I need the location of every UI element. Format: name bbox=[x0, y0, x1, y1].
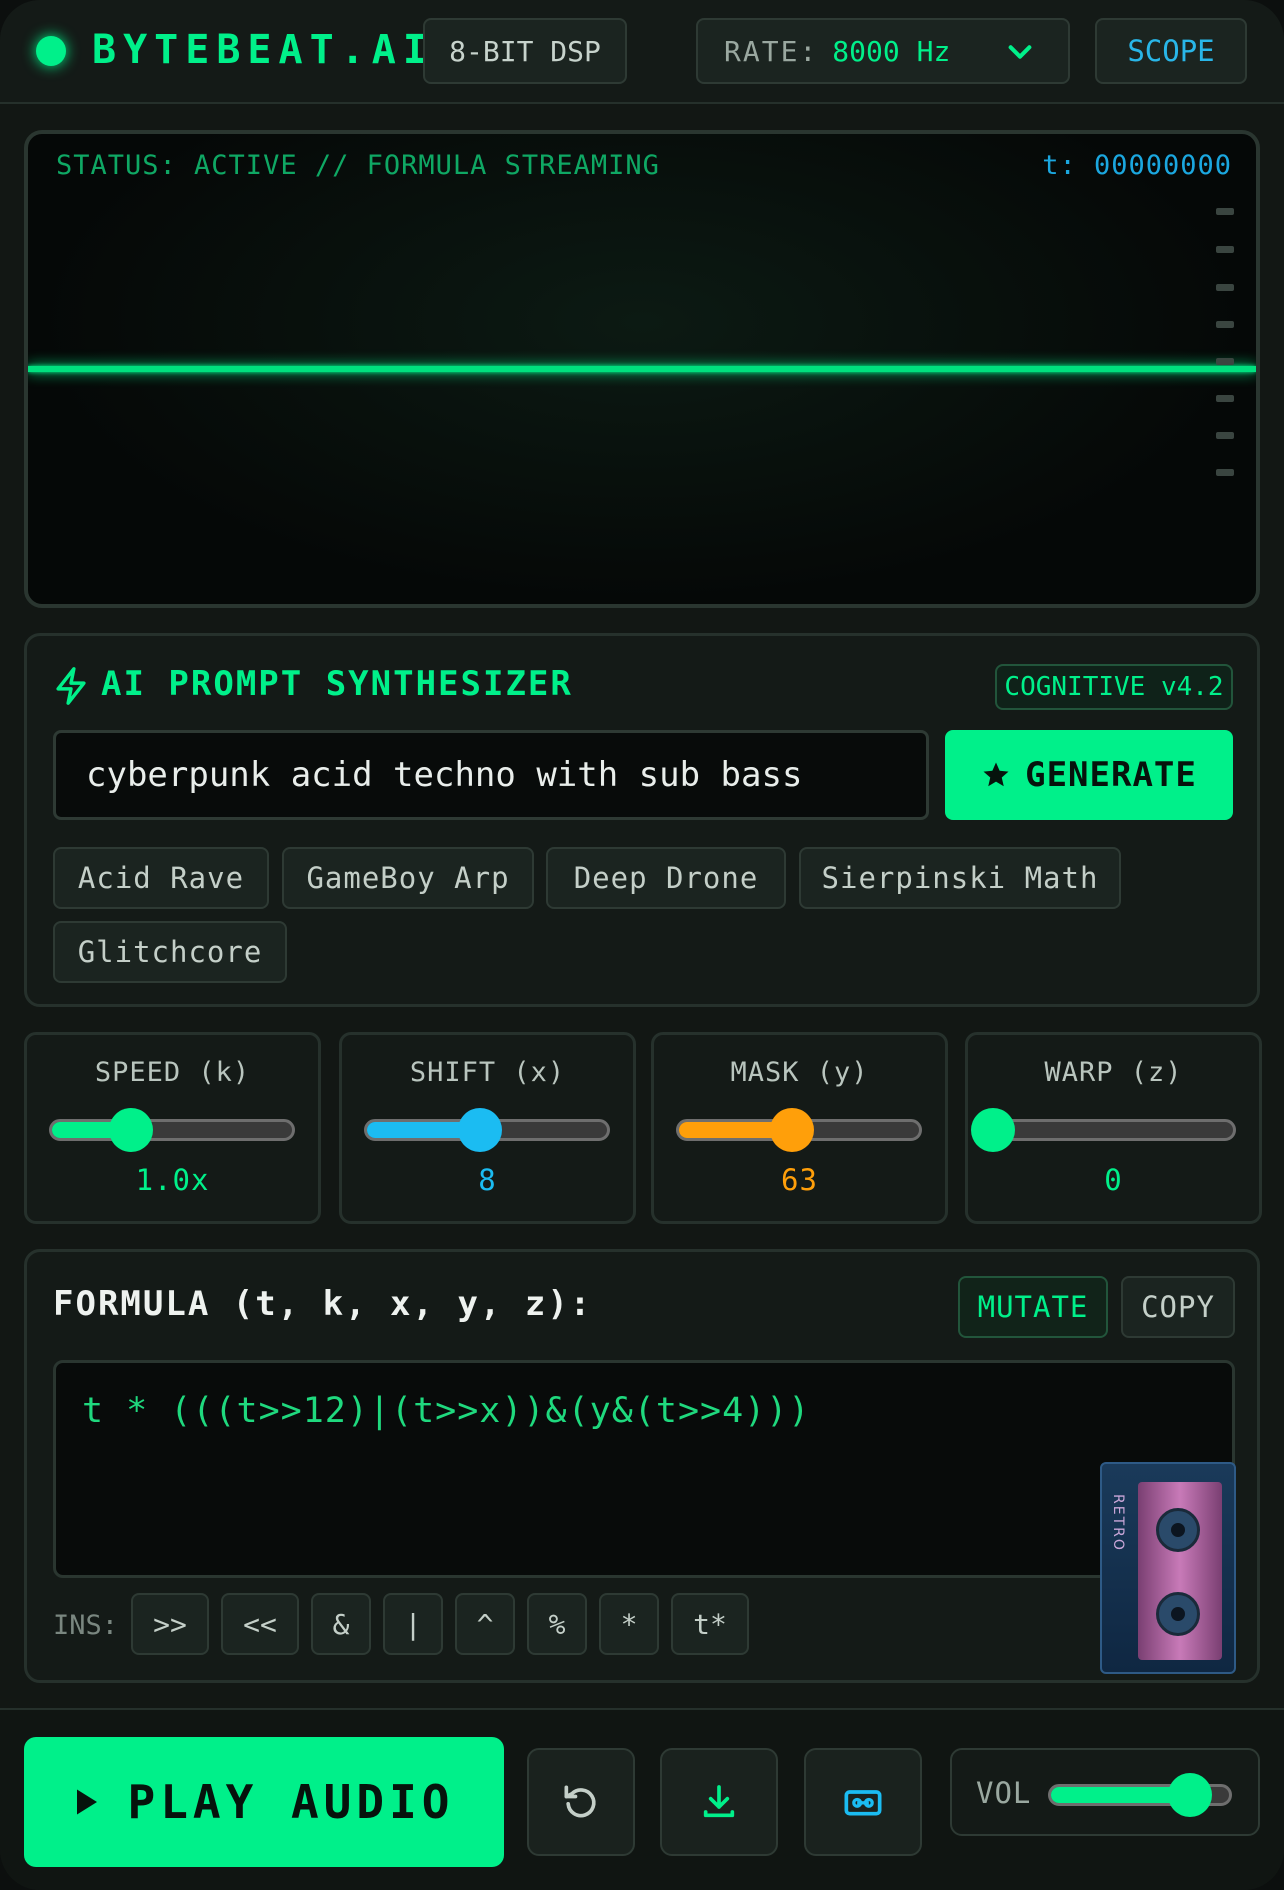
rate-value: 8000 Hz bbox=[832, 34, 951, 68]
scale-tick bbox=[1216, 284, 1234, 291]
warp-value: 0 bbox=[1104, 1163, 1123, 1197]
status-readout: STATUS: ACTIVE // FORMULA STREAMING bbox=[56, 150, 660, 181]
slider-thumb[interactable] bbox=[457, 1108, 502, 1152]
mask-slider[interactable] bbox=[676, 1108, 922, 1152]
play-icon bbox=[76, 1789, 97, 1815]
preset-chip[interactable]: Glitchcore bbox=[53, 921, 287, 983]
volume-label: VOL bbox=[976, 1776, 1032, 1810]
transport-bar: PLAY AUDIO VOL bbox=[0, 1708, 1284, 1890]
volume-thumb[interactable] bbox=[1167, 1773, 1212, 1817]
cassette-tape-image: RETRO bbox=[1100, 1462, 1236, 1674]
scale-tick bbox=[1216, 358, 1234, 365]
version-badge: COGNITIVE v4.2 bbox=[995, 664, 1233, 710]
slider-thumb[interactable] bbox=[769, 1108, 814, 1152]
scale-tick bbox=[1216, 395, 1234, 402]
mask-value: 63 bbox=[781, 1163, 818, 1197]
insert-token-button[interactable]: t* bbox=[671, 1593, 749, 1655]
speed-control: SPEED (k) 1.0x bbox=[24, 1032, 321, 1224]
cassette-reel-icon bbox=[1156, 1508, 1200, 1552]
preset-chip[interactable]: GameBoy Arp bbox=[282, 847, 534, 909]
scale-tick bbox=[1216, 469, 1234, 476]
preset-chip[interactable]: Acid Rave bbox=[53, 847, 269, 909]
download-icon bbox=[703, 1785, 735, 1818]
cassette-reel-icon bbox=[1156, 1592, 1200, 1636]
warp-control: WARP (z) 0 bbox=[965, 1032, 1262, 1224]
formula-editor[interactable]: t * (((t>>12)|(t>>x))&(y&(t>>4))) bbox=[53, 1360, 1235, 1578]
warp-label: WARP (z) bbox=[1044, 1057, 1183, 1088]
slider-thumb[interactable] bbox=[971, 1108, 1015, 1152]
ai-synth-panel: AI PROMPT SYNTHESIZER COGNITIVE v4.2 GEN… bbox=[24, 633, 1260, 1007]
download-button[interactable] bbox=[660, 1748, 778, 1856]
cassette-hub bbox=[1171, 1523, 1185, 1537]
scale-tick bbox=[1216, 208, 1234, 215]
generate-button[interactable]: GENERATE bbox=[945, 730, 1233, 820]
speed-label: SPEED (k) bbox=[94, 1057, 251, 1088]
mask-label: MASK (y) bbox=[730, 1057, 869, 1088]
insert-token-button[interactable]: << bbox=[221, 1593, 299, 1655]
waveform-trace bbox=[28, 366, 1256, 372]
scale-tick bbox=[1216, 432, 1234, 439]
scale-tick bbox=[1216, 246, 1234, 253]
app-window: BYTEBEAT.AI 8-BIT DSP RATE: 8000 Hz SCOP… bbox=[0, 0, 1284, 1890]
top-bar: BYTEBEAT.AI 8-BIT DSP RATE: 8000 Hz SCOP… bbox=[0, 0, 1284, 104]
cassette-hub bbox=[1171, 1607, 1185, 1621]
preset-chip[interactable]: Sierpinski Math bbox=[799, 847, 1121, 909]
scale-ticks bbox=[1216, 208, 1234, 538]
preset-chip[interactable]: Deep Drone bbox=[546, 847, 786, 909]
slider-thumb[interactable] bbox=[109, 1108, 154, 1152]
play-label: PLAY AUDIO bbox=[127, 1775, 455, 1829]
time-counter: t: 00000000 bbox=[1042, 150, 1232, 181]
cassette-icon bbox=[844, 1790, 882, 1816]
volume-control: VOL bbox=[950, 1748, 1260, 1836]
mask-control: MASK (y) 63 bbox=[651, 1032, 948, 1224]
formula-title: FORMULA (t, k, x, y, z): bbox=[53, 1284, 593, 1324]
shift-control: SHIFT (x) 8 bbox=[339, 1032, 636, 1224]
shift-slider[interactable] bbox=[364, 1108, 610, 1152]
speed-slider[interactable] bbox=[49, 1108, 295, 1152]
insert-token-button[interactable]: * bbox=[599, 1593, 659, 1655]
scale-tick bbox=[1216, 321, 1234, 328]
sample-rate-select[interactable]: RATE: 8000 Hz bbox=[696, 18, 1070, 84]
insert-token-button[interactable]: & bbox=[311, 1593, 371, 1655]
insert-token-button[interactable]: >> bbox=[131, 1593, 209, 1655]
synth-title: AI PROMPT SYNTHESIZER bbox=[101, 664, 573, 704]
oscilloscope-display: STATUS: ACTIVE // FORMULA STREAMING t: 0… bbox=[24, 130, 1260, 608]
lightning-bolt-icon bbox=[56, 667, 86, 705]
mutate-button[interactable]: MUTATE bbox=[958, 1276, 1108, 1338]
shift-label: SHIFT (x) bbox=[409, 1057, 566, 1088]
power-led-icon bbox=[36, 36, 66, 66]
warp-slider[interactable] bbox=[971, 1108, 1236, 1152]
formula-panel: FORMULA (t, k, x, y, z): MUTATE COPY t *… bbox=[24, 1249, 1260, 1683]
chevron-down-icon bbox=[1008, 45, 1032, 59]
insert-token-button[interactable]: | bbox=[383, 1593, 443, 1655]
shift-value: 8 bbox=[478, 1163, 497, 1197]
record-tape-button[interactable] bbox=[804, 1748, 922, 1856]
insert-token-button[interactable]: % bbox=[527, 1593, 587, 1655]
copy-button[interactable]: COPY bbox=[1121, 1276, 1235, 1338]
volume-slider[interactable] bbox=[1048, 1773, 1232, 1817]
insert-token-button[interactable]: ^ bbox=[455, 1593, 515, 1655]
dsp-badge: 8-BIT DSP bbox=[423, 18, 627, 84]
scope-button[interactable]: SCOPE bbox=[1095, 18, 1247, 84]
insert-label: INS: bbox=[53, 1610, 119, 1641]
app-title: BYTEBEAT.AI bbox=[92, 27, 434, 73]
rate-label: RATE: bbox=[724, 34, 819, 68]
speed-value: 1.0x bbox=[135, 1163, 210, 1197]
reset-button[interactable] bbox=[527, 1748, 635, 1856]
prompt-input[interactable] bbox=[53, 730, 929, 820]
generate-label: GENERATE bbox=[1025, 755, 1197, 795]
rotate-ccw-icon bbox=[564, 1785, 596, 1818]
play-audio-button[interactable]: PLAY AUDIO bbox=[24, 1737, 504, 1867]
star-icon bbox=[983, 762, 1009, 787]
cassette-label: RETRO bbox=[1110, 1494, 1126, 1552]
